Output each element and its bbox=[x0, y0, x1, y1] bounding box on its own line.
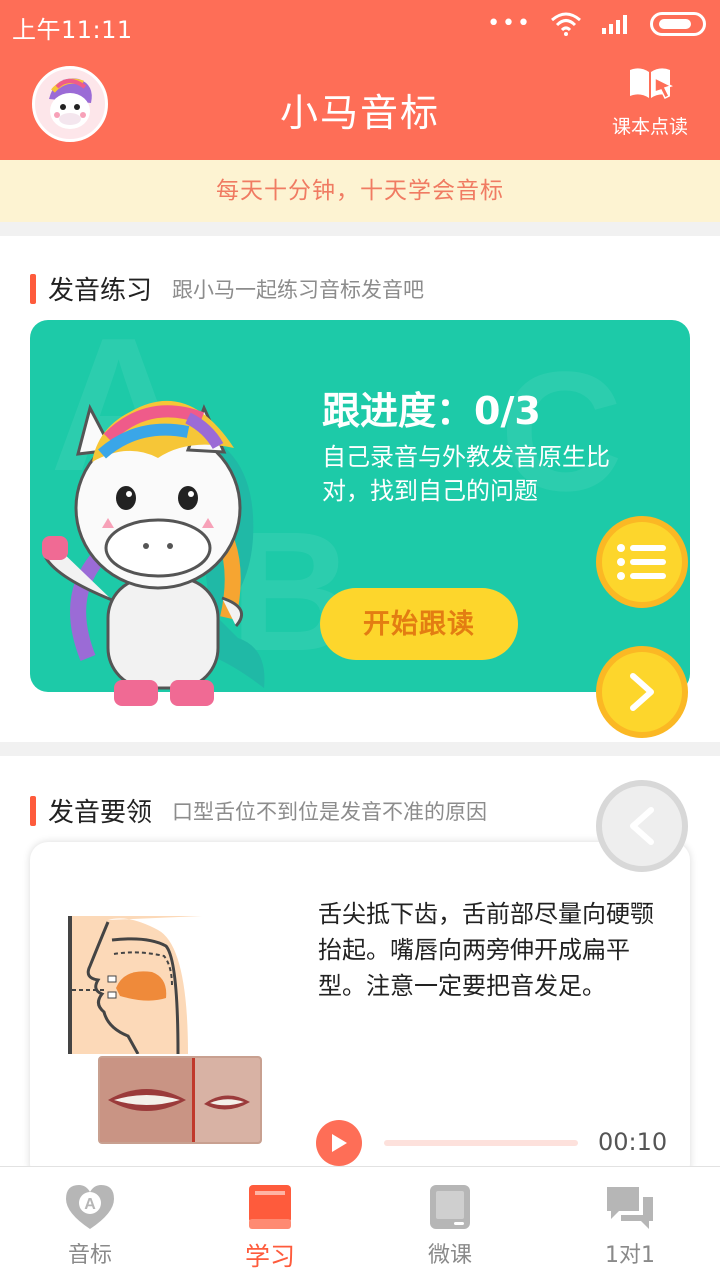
section-accent-bar bbox=[30, 273, 36, 304]
tab-label: 微课 bbox=[427, 1243, 472, 1268]
guide-card: 舌尖抵下齿，舌前部尽量向硬颚抬起。嘴唇向两旁伸开成扁平型。注意一定要把音发足。 … bbox=[30, 842, 690, 1182]
back-button[interactable] bbox=[596, 780, 688, 872]
tab-label: 音标 bbox=[67, 1243, 112, 1268]
tab-study[interactable]: 学习 bbox=[180, 1167, 360, 1280]
chevron-right-icon bbox=[630, 673, 654, 711]
section-divider bbox=[0, 222, 720, 236]
start-follow-read-button[interactable]: 开始跟读 bbox=[320, 588, 518, 660]
practice-section-title: 发音练习 bbox=[48, 276, 153, 306]
battery-icon bbox=[650, 12, 706, 36]
guide-section-header: 发音要领 口型舌位不到位是发音不准的原因 bbox=[30, 792, 487, 829]
status-bar: 上午11:11 ••• bbox=[0, 0, 720, 50]
tongue-position-diagram bbox=[68, 916, 202, 1055]
practice-section-subtitle: 跟小马一起练习音标发音吧 bbox=[172, 277, 425, 302]
pronunciation-instruction: 舌尖抵下齿，舌前部尽量向硬颚抬起。嘴唇向两旁伸开成扁平型。注意一定要把音发足。 bbox=[318, 900, 654, 1000]
textbook-read-button[interactable]: 课本点读 bbox=[610, 64, 690, 139]
progress-label: 跟进度：0/3 bbox=[322, 389, 541, 433]
tab-label: 1对1 bbox=[605, 1243, 655, 1268]
list-icon bbox=[617, 544, 666, 580]
more-dots-icon: ••• bbox=[487, 11, 532, 36]
chat-icon bbox=[607, 1187, 653, 1229]
section-accent-bar bbox=[30, 795, 36, 826]
bottom-tab-bar: A 音标 学习 微课 1对1 bbox=[0, 1166, 720, 1280]
tab-one-on-one[interactable]: 1对1 bbox=[540, 1167, 720, 1280]
tab-micro-lesson[interactable]: 微课 bbox=[360, 1167, 540, 1280]
guide-section-subtitle: 口型舌位不到位是发音不准的原因 bbox=[172, 799, 488, 824]
list-menu-button[interactable] bbox=[596, 516, 688, 608]
next-button[interactable] bbox=[596, 646, 688, 738]
tab-label: 学习 bbox=[244, 1242, 295, 1271]
status-time: 上午11:11 bbox=[12, 16, 133, 44]
audio-time: 00:10 bbox=[598, 1128, 668, 1156]
status-icons: ••• bbox=[487, 12, 706, 36]
promo-banner: 每天十分钟，十天学会音标 bbox=[0, 160, 720, 222]
signal-icon bbox=[602, 15, 627, 34]
app-header: 小马音标 课本点读 bbox=[0, 50, 720, 160]
chevron-left-icon bbox=[630, 807, 654, 845]
play-icon bbox=[332, 1134, 347, 1152]
phonetic-heart-icon: A bbox=[66, 1185, 114, 1229]
audio-play-button[interactable] bbox=[316, 1120, 362, 1166]
section-divider bbox=[0, 742, 720, 756]
tab-phonetics[interactable]: A 音标 bbox=[0, 1167, 180, 1280]
practice-section-header: 发音练习 跟小马一起练习音标发音吧 bbox=[30, 270, 424, 307]
wifi-icon bbox=[551, 12, 581, 36]
book-touch-icon bbox=[630, 68, 673, 100]
guide-section-title: 发音要领 bbox=[48, 798, 153, 828]
mouth-photo bbox=[98, 1056, 262, 1144]
unicorn-mascot-icon bbox=[42, 400, 265, 706]
practice-description: 自己录音与外教发音原生比对，找到自己的问题 bbox=[322, 443, 610, 505]
tablet-icon bbox=[430, 1185, 470, 1229]
textbook-read-label: 课本点读 bbox=[611, 116, 688, 138]
book-icon bbox=[249, 1185, 291, 1229]
svg-text:A: A bbox=[84, 1196, 96, 1213]
audio-progress-track[interactable] bbox=[384, 1140, 578, 1146]
